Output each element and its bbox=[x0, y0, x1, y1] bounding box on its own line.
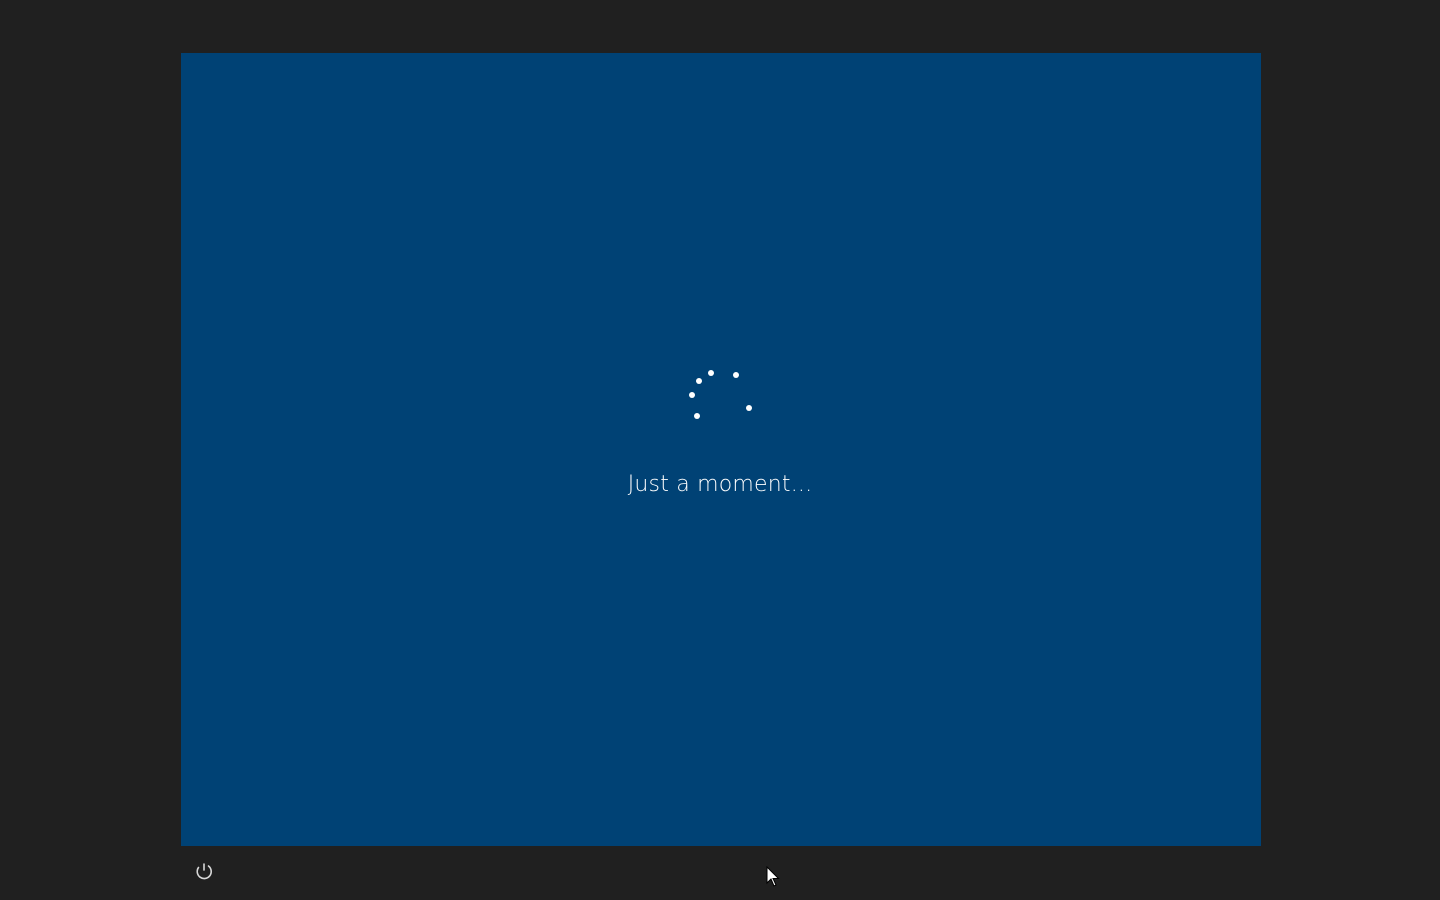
power-options-button[interactable] bbox=[192, 860, 216, 884]
mouse-pointer-icon bbox=[766, 866, 780, 888]
power-options-icon bbox=[196, 863, 213, 880]
loading-spinner-icon bbox=[684, 366, 758, 424]
setup-screen bbox=[181, 53, 1261, 846]
status-message: Just a moment... bbox=[627, 472, 813, 497]
